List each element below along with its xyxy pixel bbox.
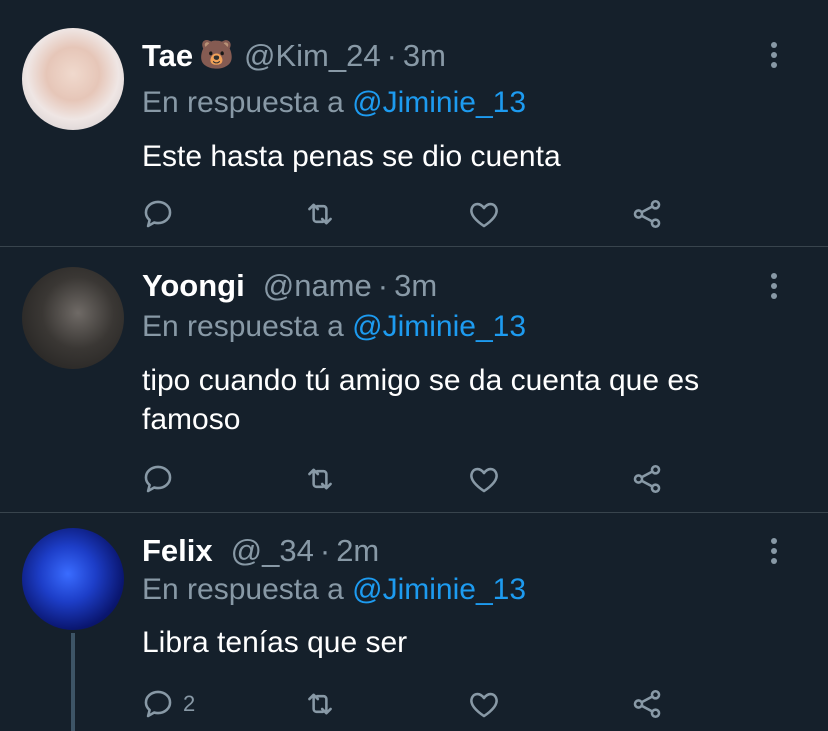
reply-button[interactable] [141,197,183,231]
avatar[interactable] [22,28,124,130]
reply-icon [144,690,172,718]
retweet-icon [308,468,332,490]
like-button[interactable] [467,687,501,721]
tweet[interactable]: Felix @_34 · 2m En respuesta a @Jiminie_13 … [0,513,828,731]
tweet-header: Yoongi @name · 3m [142,268,437,308]
share-button[interactable] [630,197,664,231]
reply-mention-link[interactable]: @Jiminie_13 [352,86,526,119]
reply-prefix: En respuesta a [142,86,344,119]
thread-line [71,633,75,731]
timestamp[interactable]: 3m [394,268,437,303]
retweet-icon [308,693,332,715]
reply-context: En respuesta a @Jiminie_13 [142,573,526,607]
avatar[interactable] [22,267,124,369]
reply-mention-link[interactable]: @Jiminie_13 [352,573,526,606]
reply-prefix: En respuesta a [142,573,344,606]
share-button[interactable] [630,687,664,721]
avatar[interactable] [22,528,124,630]
share-button[interactable] [630,462,664,496]
separator-dot: · [377,268,389,303]
tweet[interactable]: Yoongi @name · 3m En respuesta a @Jiminie_1… [0,247,828,512]
tweet-text: Libra tenías que ser [142,626,408,659]
tweet-text: Este hasta penas se dio cuenta [142,140,561,173]
tweet-text: tipo cuando tú amigo se da cuenta que es… [142,364,700,436]
display-name[interactable]: Tae [142,38,193,73]
tweet[interactable]: Tae 🐻 @Kim_24 · 3m En respuesta a @Jiminie_1… [0,0,828,246]
reply-prefix: En respuesta a [142,310,344,343]
like-button[interactable] [467,462,501,496]
reply-icon [144,200,172,228]
share-icon [633,689,661,719]
retweet-button[interactable] [302,687,338,721]
tweet-header: Felix @_34 · 2m [142,533,379,573]
reply-button[interactable] [141,462,183,496]
separator-dot: · [386,38,397,73]
like-icon [470,692,498,718]
like-icon [470,467,498,493]
more-options-icon[interactable] [764,538,784,568]
more-options-icon[interactable] [764,273,784,303]
reply-mention-link[interactable]: @Jiminie_13 [352,310,526,343]
retweet-button[interactable] [302,462,338,496]
bear-emoji: 🐻 [199,39,234,70]
retweet-icon [308,203,332,225]
retweet-button[interactable] [302,197,338,231]
more-options-icon[interactable] [764,42,784,72]
tweet-header: Tae 🐻 @Kim_24 · 3m [142,38,446,78]
reply-icon [144,465,172,493]
user-handle[interactable]: @Kim_24 [244,38,381,73]
reply-context: En respuesta a @Jiminie_13 [142,310,526,344]
like-button[interactable] [467,197,501,231]
reply-button[interactable]: 2 [141,687,195,721]
timestamp[interactable]: 2m [336,533,379,568]
share-icon [633,199,661,229]
separator-dot: · [319,533,331,568]
share-icon [633,464,661,494]
user-handle[interactable]: @name [263,268,372,303]
user-handle[interactable]: @_34 [231,533,314,568]
reply-context: En respuesta a @Jiminie_13 [142,86,526,120]
display-name[interactable]: Felix [142,533,213,568]
display-name[interactable]: Yoongi [142,268,245,303]
timestamp[interactable]: 3m [403,38,446,73]
reply-count: 2 [183,691,196,716]
like-icon [470,202,498,228]
